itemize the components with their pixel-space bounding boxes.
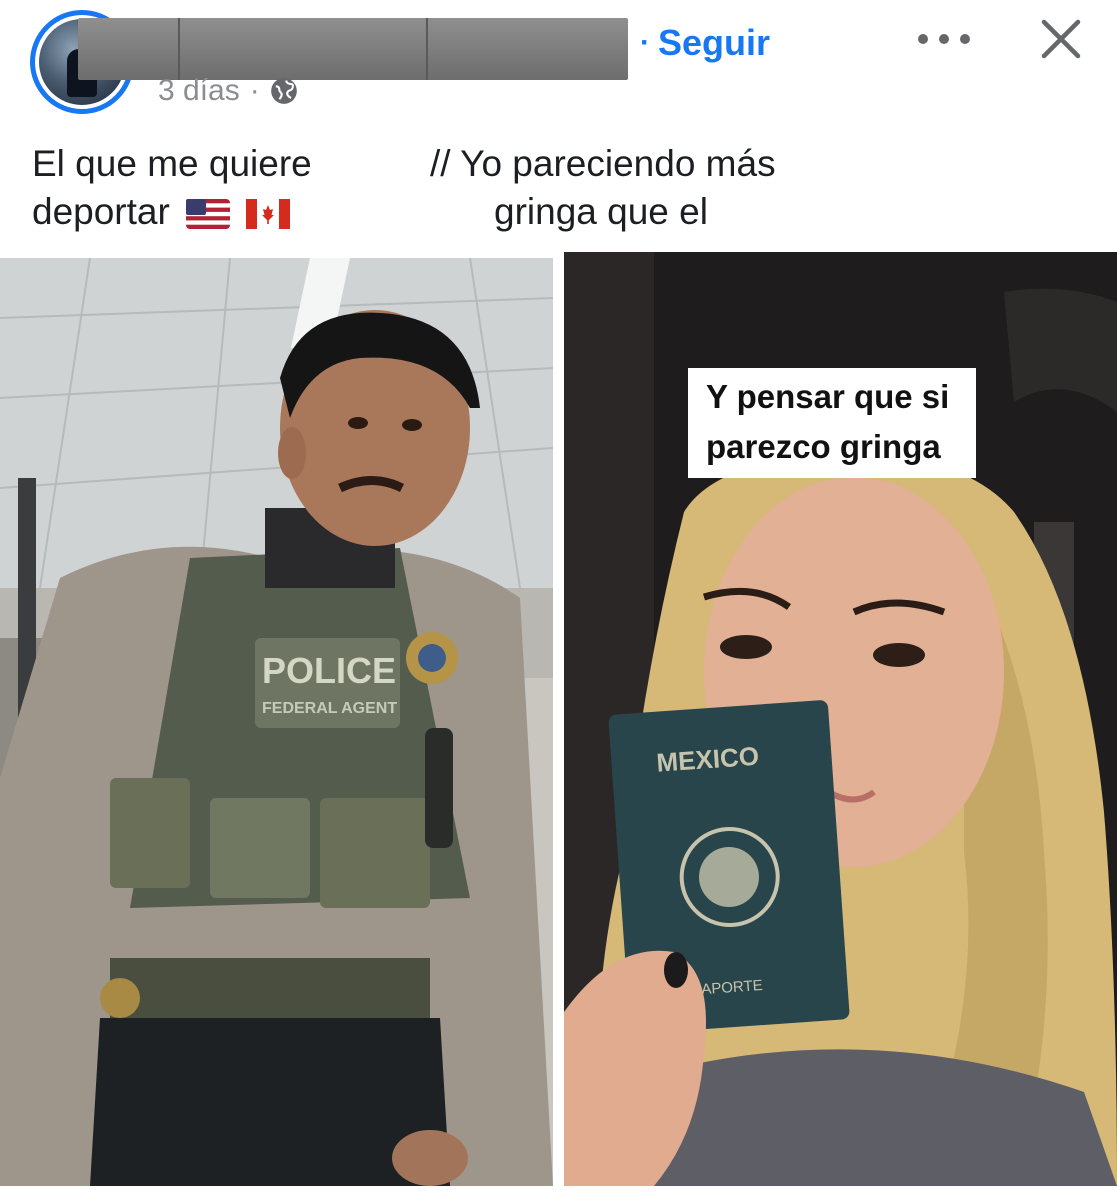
vest-patch-line2: FEDERAL AGENT: [262, 700, 397, 717]
photo-agent[interactable]: POLICE FEDERAL AGENT: [0, 258, 553, 1186]
meta-separator: ·: [249, 74, 260, 107]
more-horizontal-icon: [918, 34, 928, 44]
globe-icon: [270, 78, 297, 104]
caption-right: // Yo pareciendo más gringa que el: [430, 140, 890, 236]
overlay-line1: Y pensar que si: [706, 378, 950, 415]
caption-right-line2: gringa que el: [494, 191, 708, 232]
facebook-post: 3 días · · Seguir El que me quiere depor…: [0, 0, 1117, 1200]
caption-left-line1: El que me quiere: [32, 143, 312, 184]
caption-left-line2: deportar: [32, 191, 170, 232]
caption-left: El que me quiere deportar: [32, 140, 392, 236]
caption-right-line1: // Yo pareciendo más: [430, 143, 776, 184]
canada-flag-emoji: [246, 199, 291, 230]
agent-illustration: POLICE FEDERAL AGENT: [0, 258, 553, 1186]
tiktok-caption-overlay: Y pensar que si parezco gringa: [688, 368, 976, 478]
more-dot: [939, 34, 949, 44]
post-meta: 3 días ·: [158, 74, 298, 108]
caption-left-line2-row: deportar: [32, 188, 392, 236]
overlay-line2: parezco gringa: [706, 428, 941, 465]
more-dot: [960, 34, 970, 44]
close-icon[interactable]: [1036, 14, 1086, 64]
follow-button[interactable]: · Seguir: [640, 22, 770, 64]
vest-patch-line1: POLICE: [262, 650, 396, 691]
us-flag-emoji: [186, 199, 231, 230]
follow-label: Seguir: [658, 22, 771, 63]
photo-passport-selfie[interactable]: MEXICO PASAPORTE Y pensar que si parezco…: [564, 252, 1117, 1186]
more-options-button[interactable]: [918, 22, 970, 56]
follow-dot: ·: [640, 26, 650, 59]
author-name-redacted: [78, 18, 628, 80]
post-timestamp[interactable]: 3 días: [158, 74, 240, 108]
